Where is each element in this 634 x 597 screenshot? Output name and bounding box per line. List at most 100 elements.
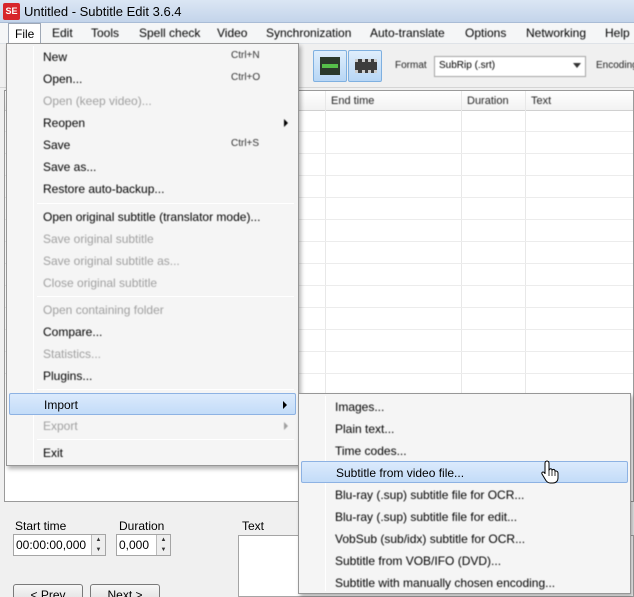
- start-time-label: Start time: [15, 519, 67, 533]
- menu-help[interactable]: Help: [605, 26, 630, 40]
- start-time-input[interactable]: 00:00:00,000 ▲ ▼: [13, 534, 106, 556]
- file-menu-statistics[interactable]: Statistics...: [9, 343, 296, 365]
- menu-options[interactable]: Options: [465, 26, 506, 40]
- file-menu-save-original-as[interactable]: Save original subtitle as...: [9, 250, 296, 272]
- text-label: Text: [242, 519, 265, 533]
- menu-item-label: Save as...: [43, 160, 97, 174]
- file-menu-close-original[interactable]: Close original subtitle: [9, 272, 296, 294]
- file-menu-save-original[interactable]: Save original subtitle: [9, 228, 296, 250]
- menu-item-label: Exit: [43, 446, 64, 460]
- start-time-value: 00:00:00,000: [16, 538, 87, 552]
- file-menu-reopen[interactable]: Reopen: [9, 112, 296, 134]
- next-button[interactable]: Next >: [90, 584, 160, 597]
- file-menu-open[interactable]: Open... Ctrl+O: [9, 68, 296, 90]
- duration-label: Duration: [119, 519, 165, 533]
- file-menu-plugins[interactable]: Plugins...: [9, 365, 296, 387]
- file-menu-import[interactable]: Import: [9, 393, 296, 415]
- menu-item-label: Close original subtitle: [43, 276, 158, 290]
- import-manual-encoding[interactable]: Subtitle with manually chosen encoding..…: [301, 572, 628, 594]
- menu-networking[interactable]: Networking: [526, 26, 586, 40]
- menu-separator: [37, 203, 294, 204]
- chevron-down-icon: [573, 63, 581, 68]
- menu-item-label: Subtitle with manually chosen encoding..…: [335, 576, 556, 590]
- menu-auto-translate[interactable]: Auto-translate: [370, 26, 445, 40]
- menu-item-label: Open original subtitle (translator mode)…: [43, 210, 261, 224]
- menu-separator: [37, 439, 294, 440]
- file-menu-dropdown: New Ctrl+N Open... Ctrl+O Open (keep vid…: [6, 43, 299, 466]
- menu-item-shortcut: Ctrl+S: [231, 138, 260, 149]
- menu-tools[interactable]: Tools: [91, 26, 119, 40]
- file-menu-save[interactable]: Save Ctrl+S: [9, 134, 296, 156]
- file-menu-open-original[interactable]: Open original subtitle (translator mode)…: [9, 206, 296, 228]
- file-menu-new[interactable]: New Ctrl+N: [9, 46, 296, 68]
- hand-cursor-icon: [541, 460, 559, 484]
- column-end-time[interactable]: End time: [331, 95, 374, 107]
- import-plain-text[interactable]: Plain text...: [301, 418, 628, 440]
- menu-item-label: Open containing folder: [43, 303, 164, 317]
- file-menu-restore-backup[interactable]: Restore auto-backup...: [9, 178, 296, 200]
- menu-item-label: Blu-ray (.sup) subtitle file for edit...: [335, 510, 518, 524]
- file-menu-open-keep-video[interactable]: Open (keep video)...: [9, 90, 296, 112]
- menu-item-label: Subtitle from video file...: [336, 466, 465, 480]
- window-title: Untitled - Subtitle Edit 3.6.4: [24, 4, 182, 19]
- encoding-label: Encoding: [596, 60, 634, 71]
- chevron-right-icon: [283, 401, 287, 409]
- menu-item-label: VobSub (sub/idx) subtitle for OCR...: [335, 532, 526, 546]
- file-menu-compare[interactable]: Compare...: [9, 321, 296, 343]
- menu-item-label: Restore auto-backup...: [43, 182, 165, 196]
- video-toggle-button[interactable]: [348, 50, 382, 82]
- duration-spinner[interactable]: ▲ ▼: [156, 535, 170, 555]
- duration-value: 0,000: [119, 538, 150, 552]
- menu-item-label: Images...: [335, 400, 385, 414]
- column-duration[interactable]: Duration: [467, 95, 509, 107]
- menu-item-label: Import: [44, 398, 79, 412]
- column-text[interactable]: Text: [531, 95, 551, 107]
- app-icon: SE: [3, 3, 20, 20]
- start-time-spinner[interactable]: ▲ ▼: [91, 535, 105, 555]
- menu-item-label: Plain text...: [335, 422, 395, 436]
- waveform-toggle-button[interactable]: [313, 50, 347, 82]
- menu-spell-check[interactable]: Spell check: [139, 26, 200, 40]
- file-menu-open-folder[interactable]: Open containing folder: [9, 299, 296, 321]
- menu-separator: [37, 296, 294, 297]
- menu-item-shortcut: Ctrl+N: [231, 50, 260, 61]
- chevron-right-icon: [284, 119, 288, 127]
- menu-synchronization[interactable]: Synchronization: [266, 26, 351, 40]
- menu-item-label: Subtitle from VOB/IFO (DVD)...: [335, 554, 502, 568]
- file-menu-export[interactable]: Export: [9, 415, 296, 437]
- menu-bar: File Edit Tools Spell check Video Synchr…: [0, 23, 634, 44]
- waveform-line-icon: [322, 64, 338, 68]
- import-submenu: Images... Plain text... Time codes... Su…: [298, 393, 631, 594]
- menu-file[interactable]: File: [8, 23, 42, 44]
- menu-video[interactable]: Video: [217, 26, 247, 40]
- menu-item-label: Open (keep video)...: [43, 94, 152, 108]
- import-subtitle-from-video[interactable]: Subtitle from video file...: [301, 461, 628, 483]
- menu-item-label: Export: [43, 419, 78, 433]
- import-vobsub-ocr[interactable]: VobSub (sub/idx) subtitle for OCR...: [301, 528, 628, 550]
- file-menu-save-as[interactable]: Save as...: [9, 156, 296, 178]
- prev-button[interactable]: < Prev: [13, 584, 83, 597]
- format-label: Format: [395, 60, 427, 71]
- menu-item-label: Open...: [43, 72, 83, 86]
- import-bluray-edit[interactable]: Blu-ray (.sup) subtitle file for edit...: [301, 506, 628, 528]
- title-bar: SE Untitled - Subtitle Edit 3.6.4: [0, 0, 634, 23]
- file-menu-exit[interactable]: Exit: [9, 442, 296, 464]
- menu-item-label: New: [43, 50, 68, 64]
- menu-item-label: Compare...: [43, 325, 103, 339]
- import-images[interactable]: Images...: [301, 396, 628, 418]
- import-bluray-ocr[interactable]: Blu-ray (.sup) subtitle file for OCR...: [301, 484, 628, 506]
- menu-item-label: Statistics...: [43, 347, 102, 361]
- menu-item-label: Plugins...: [43, 369, 93, 383]
- menu-item-label: Save original subtitle as...: [43, 254, 180, 268]
- chevron-right-icon: [284, 422, 288, 430]
- format-select-value: SubRip (.srt): [439, 60, 496, 71]
- import-vob-ifo[interactable]: Subtitle from VOB/IFO (DVD)...: [301, 550, 628, 572]
- film-icon: [355, 59, 377, 73]
- menu-item-label: Time codes...: [335, 444, 407, 458]
- duration-input[interactable]: 0,000 ▲ ▼: [116, 534, 171, 556]
- menu-item-label: Save: [43, 138, 71, 152]
- menu-item-shortcut: Ctrl+O: [231, 72, 261, 83]
- format-select[interactable]: SubRip (.srt): [434, 56, 586, 77]
- menu-edit[interactable]: Edit: [52, 26, 73, 40]
- import-time-codes[interactable]: Time codes...: [301, 440, 628, 462]
